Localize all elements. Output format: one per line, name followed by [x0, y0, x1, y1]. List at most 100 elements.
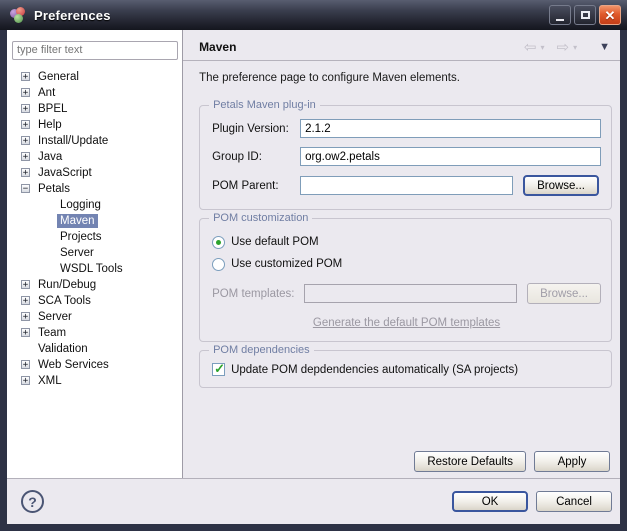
tree-item-server[interactable]: Server	[12, 245, 177, 261]
minimize-button[interactable]	[549, 5, 571, 25]
sidebar: + General + Ant + BPEL + Help + Install/Update + Ja…	[7, 30, 183, 478]
pom-parent-input[interactable]	[300, 176, 513, 195]
close-button[interactable]: ✕	[599, 5, 621, 25]
tree-item-validation[interactable]: Validation	[12, 341, 177, 357]
tree-item-run-debug[interactable]: + Run/Debug	[12, 277, 177, 293]
dialog-content: + General + Ant + BPEL + Help + Install/Update + Ja…	[7, 30, 620, 478]
tree-item-label[interactable]: Ant	[35, 86, 58, 100]
ok-button[interactable]: OK	[452, 491, 528, 512]
tree-item-maven[interactable]: Maven	[12, 213, 177, 229]
plugin-version-input[interactable]	[300, 119, 601, 138]
tree-item-general[interactable]: + General	[12, 69, 177, 85]
radio-label[interactable]: Use default POM	[231, 236, 319, 248]
tree-item-label[interactable]: Run/Debug	[35, 278, 99, 292]
tree-item-label[interactable]: SCA Tools	[35, 294, 94, 308]
view-menu-icon[interactable]: ▼	[599, 41, 610, 53]
plugin-version-label: Plugin Version:	[212, 123, 300, 135]
tree-item-sca-tools[interactable]: + SCA Tools	[12, 293, 177, 309]
tree-item-label[interactable]: Web Services	[35, 358, 112, 372]
forward-icon[interactable]: ⇨	[557, 40, 570, 55]
cancel-button[interactable]: Cancel	[536, 491, 612, 512]
tree-item-label[interactable]: Install/Update	[35, 134, 111, 148]
pom-templates-row: POM templates: Browse...	[212, 283, 601, 304]
pom-templates-input[interactable]	[304, 284, 517, 303]
expand-icon[interactable]: +	[21, 136, 30, 145]
expand-icon[interactable]: +	[21, 280, 30, 289]
close-icon: ✕	[605, 9, 616, 22]
tree-item-label[interactable]: XML	[35, 374, 65, 388]
pom-parent-browse-button[interactable]: Browse...	[523, 175, 599, 196]
tree-item-ant[interactable]: + Ant	[12, 85, 177, 101]
forward-dropdown-icon[interactable]: ▾	[573, 43, 577, 52]
pom-templates-label: POM templates:	[212, 288, 304, 300]
radio-label[interactable]: Use customized POM	[231, 258, 342, 270]
back-dropdown-icon[interactable]: ▾	[541, 43, 545, 52]
tree-item-projects[interactable]: Projects	[12, 229, 177, 245]
tree-item-label[interactable]: General	[35, 70, 82, 84]
expand-icon[interactable]: +	[21, 104, 30, 113]
tree-item-label[interactable]: Help	[35, 118, 65, 132]
help-icon[interactable]: ?	[21, 490, 44, 513]
tree-item-label[interactable]: Team	[35, 326, 69, 340]
tree-item-label[interactable]: Maven	[57, 214, 98, 228]
expand-icon[interactable]: +	[21, 120, 30, 129]
expand-icon[interactable]: +	[21, 360, 30, 369]
tree-item-xml[interactable]: + XML	[12, 373, 177, 389]
expand-icon[interactable]: +	[21, 376, 30, 385]
expand-icon[interactable]: +	[21, 312, 30, 321]
tree-item-label[interactable]: Projects	[57, 230, 105, 244]
tree-item-wsdl-tools[interactable]: WSDL Tools	[12, 261, 177, 277]
filter-input[interactable]	[12, 41, 178, 60]
group-id-row: Group ID:	[212, 147, 601, 166]
plugin-version-row: Plugin Version:	[212, 119, 601, 138]
group-title: POM customization	[209, 212, 312, 224]
maximize-button[interactable]	[574, 5, 596, 25]
tree-item-server[interactable]: + Server	[12, 309, 177, 325]
tree-item-label[interactable]: Server	[57, 246, 97, 260]
radio-icon[interactable]	[212, 258, 225, 271]
pom-templates-browse-button[interactable]: Browse...	[527, 283, 601, 304]
tree-item-label[interactable]: Server	[35, 310, 75, 324]
tree-item-java[interactable]: + Java	[12, 149, 177, 165]
tree-item-label[interactable]: JavaScript	[35, 166, 95, 180]
expand-icon[interactable]: +	[21, 152, 30, 161]
tree-item-bpel[interactable]: + BPEL	[12, 101, 177, 117]
group-id-input[interactable]	[300, 147, 601, 166]
radio-icon[interactable]	[212, 236, 225, 249]
pom-parent-label: POM Parent:	[212, 180, 300, 192]
page-actions: Restore Defaults Apply	[414, 451, 610, 472]
apply-button[interactable]: Apply	[534, 451, 610, 472]
radio-row-use-customized-pom: Use customized POM	[212, 253, 601, 275]
expand-icon[interactable]: +	[21, 168, 30, 177]
tree-item-label[interactable]: Validation	[35, 342, 91, 356]
tree-item-logging[interactable]: Logging	[12, 197, 177, 213]
maximize-icon	[581, 11, 590, 19]
back-icon[interactable]: ⇦	[524, 40, 537, 55]
update-pom-checkbox[interactable]	[212, 363, 225, 376]
pom-radio-group: Use default POM Use customized POM	[212, 231, 601, 275]
restore-defaults-button[interactable]: Restore Defaults	[414, 451, 526, 472]
update-pom-checkbox-label: Update POM depdendencies automatically (…	[231, 364, 518, 376]
tree-item-label[interactable]: Logging	[57, 198, 104, 212]
tree-item-help[interactable]: + Help	[12, 117, 177, 133]
tree-item-label[interactable]: BPEL	[35, 102, 70, 116]
expand-icon[interactable]: +	[21, 72, 30, 81]
group-pom-dependencies: POM dependencies Update POM depdendencie…	[199, 350, 612, 388]
tree-item-petals[interactable]: −Petals	[12, 181, 177, 197]
tree-item-label[interactable]: Java	[35, 150, 65, 164]
tree-item-label[interactable]: WSDL Tools	[57, 262, 126, 276]
expand-icon[interactable]: +	[21, 296, 30, 305]
group-title: POM dependencies	[209, 344, 314, 356]
tree-item-team[interactable]: + Team	[12, 325, 177, 341]
collapse-icon[interactable]: −	[21, 184, 30, 193]
expand-icon[interactable]: +	[21, 88, 30, 97]
group-petals-maven-plugin: Petals Maven plug-in Plugin Version: Gro…	[199, 105, 612, 210]
tree-item-web-services[interactable]: + Web Services	[12, 357, 177, 373]
expand-icon[interactable]: +	[21, 328, 30, 337]
generate-pom-templates-link[interactable]: Generate the default POM templates	[313, 317, 500, 329]
tree-item-javascript[interactable]: + JavaScript	[12, 165, 177, 181]
page-title: Maven	[199, 40, 236, 54]
tree-item-install-update[interactable]: + Install/Update	[12, 133, 177, 149]
dialog-footer: ? OK Cancel	[7, 478, 620, 524]
tree-item-label[interactable]: Petals	[35, 182, 73, 196]
